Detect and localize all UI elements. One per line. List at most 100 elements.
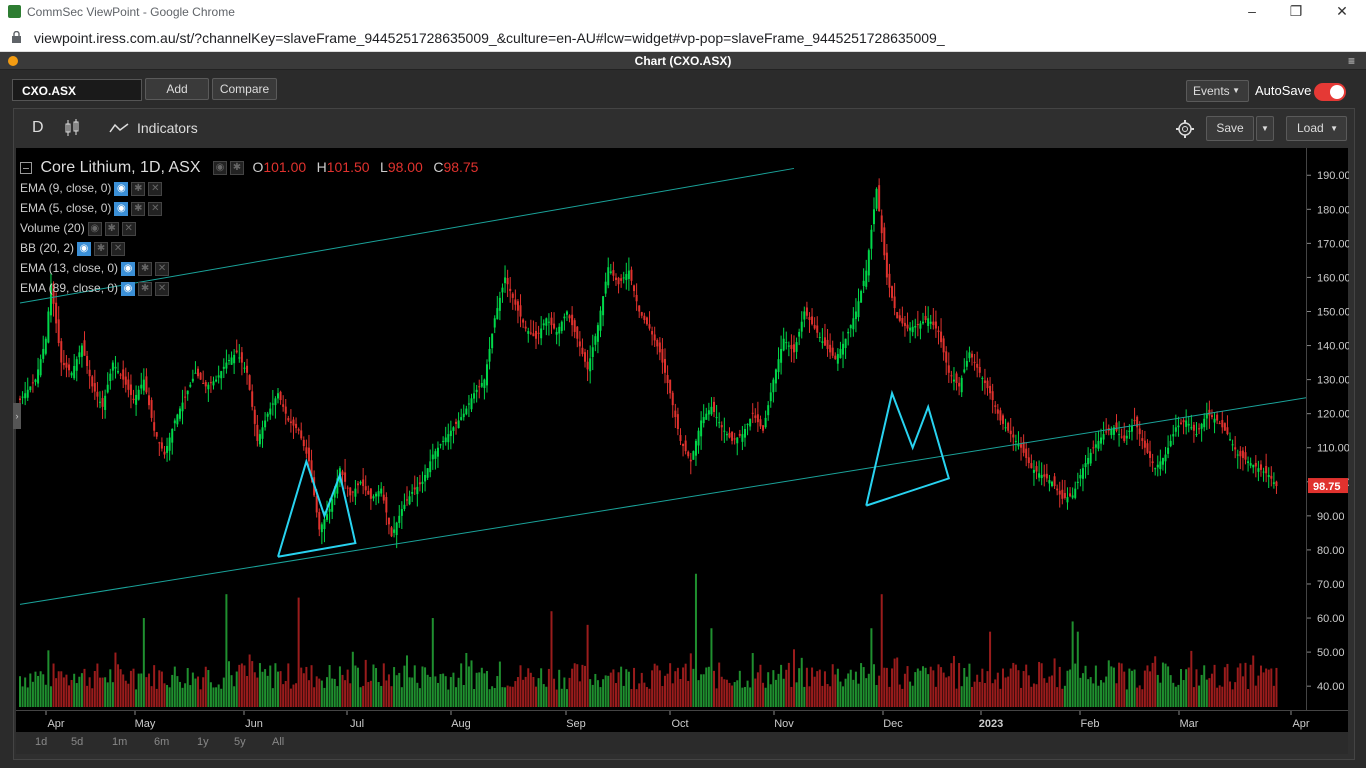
candle-body xyxy=(1241,450,1244,458)
candle-body xyxy=(916,323,919,326)
save-button[interactable]: Save xyxy=(1206,116,1254,141)
interval-selector[interactable]: D xyxy=(32,119,44,137)
candle-body xyxy=(57,319,60,343)
volume-bar xyxy=(189,685,192,707)
study-row[interactable]: BB (20, 2) ◉ ✱ ✕ xyxy=(20,240,126,256)
volume-bar xyxy=(403,665,406,707)
time-axis[interactable]: Apr May Jun Jul Aug Sep Oct Nov Dec 2023 Feb Mar Apr xyxy=(16,710,1348,732)
save-menu-chevron-icon[interactable]: ▼ xyxy=(1256,116,1274,141)
candle-body xyxy=(535,330,537,339)
eye-icon[interactable]: ◉ xyxy=(87,221,102,236)
minimize-button[interactable]: – xyxy=(1242,3,1262,19)
volume-bar xyxy=(62,677,65,707)
volume-bar xyxy=(184,683,187,707)
candle-body xyxy=(898,315,901,321)
volume-bar xyxy=(1061,688,1064,707)
volume-bar xyxy=(751,653,754,707)
volume-bar xyxy=(68,685,71,707)
candle-body xyxy=(834,355,837,360)
collapse-legend-icon[interactable] xyxy=(20,161,32,174)
gear-icon[interactable]: ✱ xyxy=(94,241,109,256)
candle-body xyxy=(1195,434,1198,436)
period-1y-button[interactable]: 1y xyxy=(197,736,209,748)
compare-button[interactable]: Compare xyxy=(212,78,277,100)
symbol-input[interactable]: CXO.ASX xyxy=(12,79,142,101)
volume-bar xyxy=(919,670,922,707)
price-chart[interactable] xyxy=(16,148,1366,710)
candle-body xyxy=(455,421,458,424)
volume-bar xyxy=(924,667,927,707)
volume-bar xyxy=(129,670,132,707)
volume-bar xyxy=(591,684,594,707)
volume-bar xyxy=(584,665,587,707)
volume-bar xyxy=(354,665,357,707)
eye-icon[interactable]: ◉ xyxy=(212,160,227,175)
period-All-button[interactable]: All xyxy=(272,736,284,748)
expand-panel-icon[interactable]: › xyxy=(13,403,21,429)
candle-body xyxy=(1270,475,1273,479)
eye-icon[interactable]: ◉ xyxy=(114,181,129,196)
indicators-icon[interactable] xyxy=(109,122,129,134)
period-6m-button[interactable]: 6m xyxy=(154,736,169,748)
candle-body xyxy=(19,398,21,401)
volume-bar xyxy=(847,673,850,707)
eye-icon[interactable]: ◉ xyxy=(114,201,129,216)
load-dropdown[interactable]: Load ▼ xyxy=(1286,116,1347,141)
price-axis[interactable]: 40.0050.0060.0070.0080.0090.00100.00110.… xyxy=(1306,148,1351,710)
close-icon[interactable]: ✕ xyxy=(148,201,163,216)
eye-icon[interactable]: ◉ xyxy=(121,261,136,276)
gear-icon[interactable]: ✱ xyxy=(131,201,146,216)
period-5y-button[interactable]: 5y xyxy=(234,736,246,748)
close-icon[interactable]: ✕ xyxy=(121,221,136,236)
volume-bar xyxy=(1200,674,1203,707)
volume-bar xyxy=(772,670,775,707)
candle-body xyxy=(924,315,927,321)
hamburger-menu-icon[interactable]: ≡ xyxy=(1348,55,1360,67)
candle-body xyxy=(266,413,269,417)
close-icon[interactable]: ✕ xyxy=(155,261,170,276)
volume-bar xyxy=(707,666,710,707)
chart-canvas[interactable] xyxy=(16,148,1366,710)
volume-bar xyxy=(545,686,548,707)
volume-bar xyxy=(168,687,171,707)
candle-body xyxy=(359,481,362,484)
candle-body xyxy=(390,527,393,537)
candlestick-type-icon[interactable] xyxy=(64,118,80,138)
indicators-button[interactable]: Indicators xyxy=(137,120,198,136)
gear-icon[interactable]: ✱ xyxy=(138,281,153,296)
period-1m-button[interactable]: 1m xyxy=(112,736,127,748)
volume-bar xyxy=(780,664,783,707)
address-bar[interactable]: viewpoint.iress.com.au/st/?channelKey=sl… xyxy=(0,24,1366,52)
eye-icon[interactable]: ◉ xyxy=(121,281,136,296)
restore-button[interactable]: ❐ xyxy=(1286,3,1306,20)
gear-icon[interactable]: ✱ xyxy=(104,221,119,236)
eye-icon[interactable]: ◉ xyxy=(77,241,92,256)
volume-bar xyxy=(1236,667,1239,707)
events-dropdown[interactable]: Events ▼ xyxy=(1186,80,1249,102)
close-icon[interactable]: ✕ xyxy=(155,281,170,296)
volume-bar xyxy=(713,670,716,707)
candle-body xyxy=(849,325,852,329)
gear-icon[interactable]: ✱ xyxy=(131,181,146,196)
candle-body xyxy=(1094,444,1097,448)
high-value: 101.50 xyxy=(326,159,370,175)
study-row[interactable]: EMA (9, close, 0) ◉ ✱ ✕ xyxy=(20,180,163,196)
close-button[interactable]: ✕ xyxy=(1332,3,1352,20)
gear-icon[interactable]: ✱ xyxy=(229,160,244,175)
add-button[interactable]: Add xyxy=(145,78,209,100)
study-row[interactable]: Volume (20) ◉ ✱ ✕ xyxy=(20,220,136,236)
period-1d-button[interactable]: 1d xyxy=(35,736,47,748)
study-row[interactable]: EMA (5, close, 0) ◉ ✱ ✕ xyxy=(20,200,163,216)
volume-bar xyxy=(227,661,230,707)
candle-body xyxy=(258,434,261,445)
study-row[interactable]: EMA (89, close, 0) ◉ ✱ ✕ xyxy=(20,280,170,296)
close-icon[interactable]: ✕ xyxy=(148,181,163,196)
candle-body xyxy=(1014,440,1017,442)
study-row[interactable]: EMA (13, close, 0) ◉ ✱ ✕ xyxy=(20,260,170,276)
autosave-toggle[interactable] xyxy=(1314,83,1346,101)
browser-title-bar: CommSec ViewPoint - Google Chrome – ❐ ✕ xyxy=(0,0,1366,24)
gear-icon[interactable] xyxy=(1175,119,1195,139)
close-icon[interactable]: ✕ xyxy=(111,241,126,256)
gear-icon[interactable]: ✱ xyxy=(138,261,153,276)
period-5d-button[interactable]: 5d xyxy=(71,736,83,748)
